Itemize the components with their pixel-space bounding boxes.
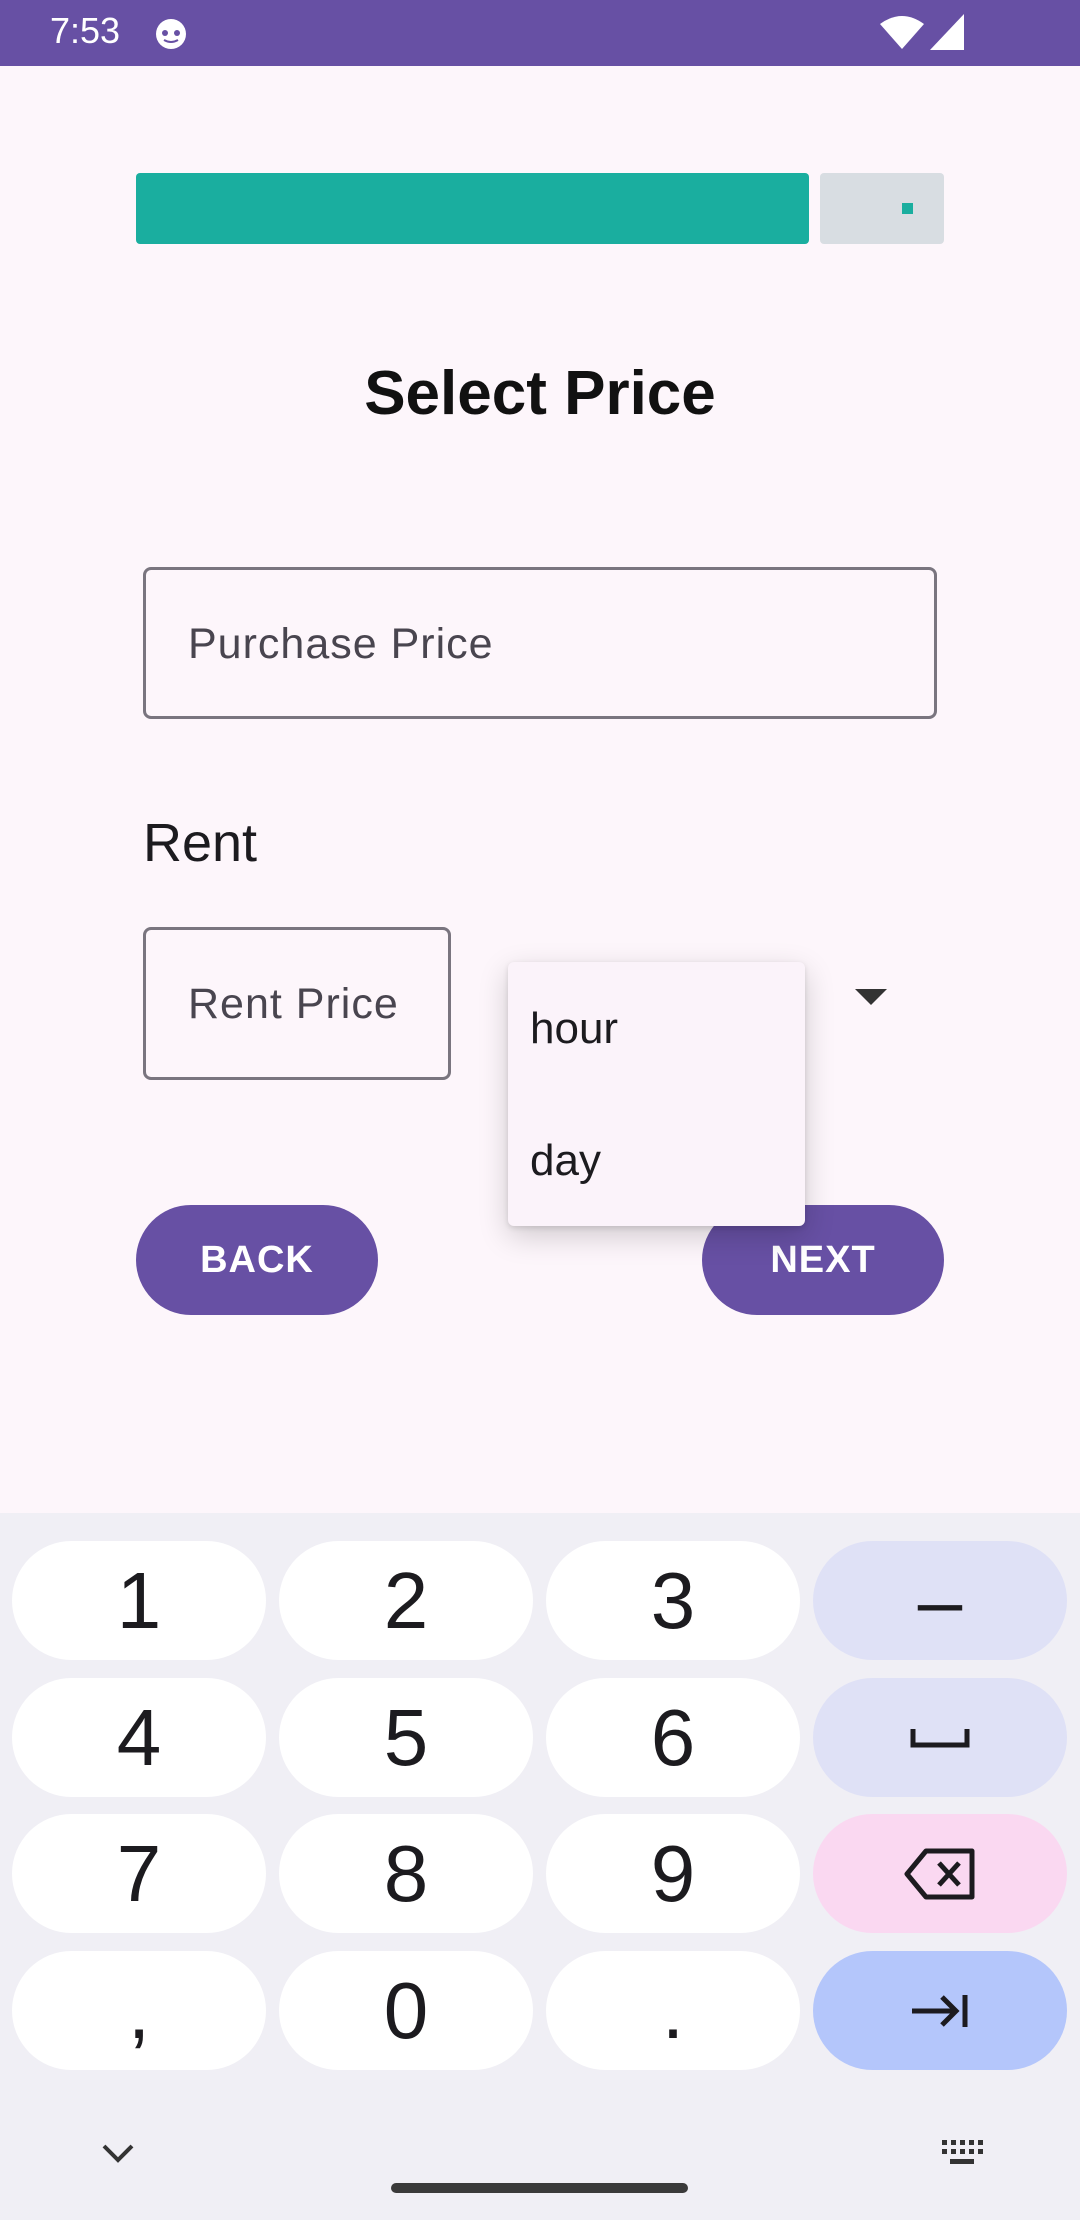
backspace-key[interactable] [813,1814,1067,1933]
wifi-icon [880,16,924,49]
back-button[interactable]: BACK [136,1205,378,1315]
rent-label: Rent [143,813,258,873]
progress-indicator-dot [902,203,913,214]
tab-next-icon [912,1994,968,2027]
key-2[interactable]: 2 [279,1541,533,1660]
next-field-key[interactable] [813,1951,1067,2070]
key-comma[interactable]: , [12,1951,266,2070]
key-dash[interactable]: – [813,1541,1067,1660]
caret-down-icon[interactable] [855,989,887,1005]
rent-price-placeholder: Rent Price [188,980,399,1028]
chevron-down-icon[interactable] [100,2138,136,2166]
rent-period-dropdown-menu: hour day [508,962,805,1226]
key-period[interactable]: . [546,1951,800,2070]
status-bar: 7:53 [0,0,1080,66]
dropdown-option-day[interactable]: day [530,1136,601,1186]
keyboard-icon[interactable] [940,2138,984,2168]
key-3[interactable]: 3 [546,1541,800,1660]
signal-icon [930,14,964,50]
navigation-handle[interactable] [391,2183,688,2193]
key-4[interactable]: 4 [12,1678,266,1797]
key-1[interactable]: 1 [12,1541,266,1660]
space-key[interactable] [813,1678,1067,1797]
page-title: Select Price [364,359,716,428]
key-6[interactable]: 6 [546,1678,800,1797]
backspace-icon [904,1848,975,1899]
status-time: 7:53 [50,10,121,51]
dropdown-option-hour[interactable]: hour [530,1004,618,1054]
key-9[interactable]: 9 [546,1814,800,1933]
space-icon [910,1728,970,1747]
app-notification-icon [156,19,186,49]
rent-price-input[interactable]: Rent Price [143,927,451,1080]
progress-bar-track [820,173,944,244]
purchase-price-placeholder: Purchase Price [188,620,494,668]
key-5[interactable]: 5 [279,1678,533,1797]
key-0[interactable]: 0 [279,1951,533,2070]
key-7[interactable]: 7 [12,1814,266,1933]
key-8[interactable]: 8 [279,1814,533,1933]
purchase-price-input[interactable]: Purchase Price [143,567,937,719]
progress-bar-filled [136,173,809,244]
